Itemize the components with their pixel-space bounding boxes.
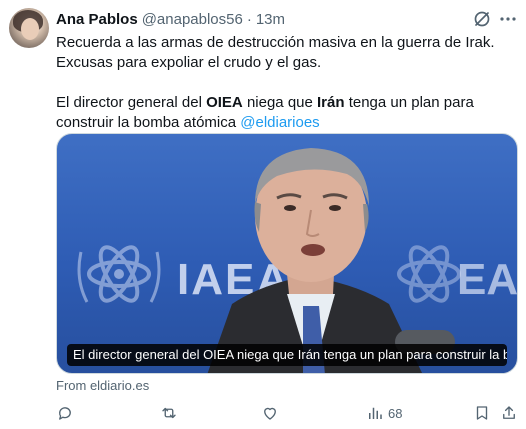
action-bar: 68 [56,402,518,424]
tweet-timestamp[interactable]: 13m [256,11,285,28]
link-card-media[interactable]: IAEA EA El director general del OIEA nie… [56,133,518,374]
tweet[interactable]: Ana Pablos @anapablos56 · 13m Recuerda a… [0,0,526,429]
author-name[interactable]: Ana Pablos [56,11,138,28]
bold-oiea: OIEA [206,94,243,111]
bold-iran: Irán [317,94,345,111]
link-source[interactable]: From eldiario.es [56,378,149,393]
tweet-header: Ana Pablos @anapablos56 · 13m [56,9,285,29]
svg-text:EA: EA [457,255,518,304]
bookmark-icon [476,406,488,420]
link-card-title-text: El director general del OIEA niega que I… [73,347,507,362]
share-button[interactable] [500,402,518,424]
news-photo: IAEA EA [77,148,518,373]
link-card-title[interactable]: El director general del OIEA niega que I… [67,344,507,366]
grok-icon[interactable] [472,9,492,29]
tweet-text-paragraph-2: El director general del OIEA niega que I… [56,93,518,133]
retweet-icon [162,407,176,419]
reply-icon [59,407,71,420]
tweet-text-paragraph-1: Recuerda a las armas de destrucción masi… [56,34,495,71]
reply-button[interactable] [56,402,74,424]
like-button[interactable] [261,402,279,424]
views-button[interactable]: 68 [366,402,402,424]
author-handle[interactable]: @anapablos56 [142,11,243,28]
views-icon [369,407,382,419]
tweet-text: Recuerda a las armas de destrucción masi… [56,33,518,133]
text-segment: niega que [242,94,318,111]
more-options-icon[interactable] [498,9,518,29]
text-segment: El director general del [56,94,207,111]
share-icon [503,406,515,419]
retweet-button[interactable] [160,402,178,424]
heart-icon [264,407,276,420]
views-count: 68 [388,405,403,421]
mention-link[interactable]: @eldiarioes [240,114,319,131]
bookmark-button[interactable] [473,402,491,424]
avatar[interactable] [9,8,49,48]
separator-dot: · [246,10,252,28]
